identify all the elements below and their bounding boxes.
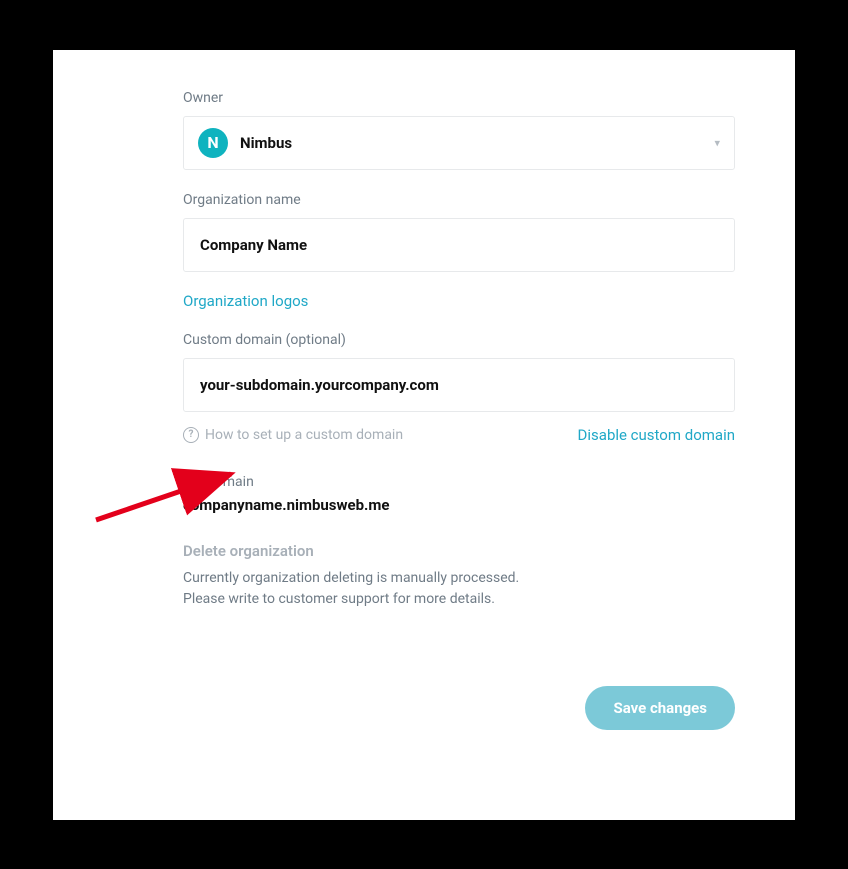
save-changes-button[interactable]: Save changes: [585, 686, 735, 730]
chevron-down-icon: ▾: [714, 136, 720, 149]
settings-card: Owner N Nimbus ▾ Organization name Organ…: [53, 50, 795, 820]
owner-select[interactable]: N Nimbus ▾: [183, 116, 735, 170]
disable-custom-domain-link[interactable]: Disable custom domain: [578, 426, 735, 444]
custom-domain-help-text: How to set up a custom domain: [205, 427, 403, 443]
custom-domain-label: Custom domain (optional): [183, 332, 735, 348]
custom-domain-help[interactable]: ? How to set up a custom domain: [183, 427, 403, 443]
delete-org-title: Delete organization: [183, 542, 735, 560]
subdomain-label: Subdomain: [183, 474, 735, 490]
button-row: Save changes: [53, 686, 795, 730]
owner-label: Owner: [183, 90, 735, 106]
custom-domain-input[interactable]: [183, 358, 735, 412]
org-name-input[interactable]: [183, 218, 735, 272]
owner-value: Nimbus: [240, 134, 292, 152]
org-name-label: Organization name: [183, 192, 735, 208]
subdomain-value: companyname.nimbusweb.me: [183, 496, 735, 514]
custom-domain-help-row: ? How to set up a custom domain Disable …: [183, 426, 735, 444]
help-icon: ?: [183, 427, 199, 443]
owner-avatar: N: [198, 128, 228, 158]
org-logos-link[interactable]: Organization logos: [183, 292, 308, 310]
delete-org-text: Currently organization deleting is manua…: [183, 568, 735, 610]
form-area: Owner N Nimbus ▾ Organization name Organ…: [53, 90, 795, 610]
